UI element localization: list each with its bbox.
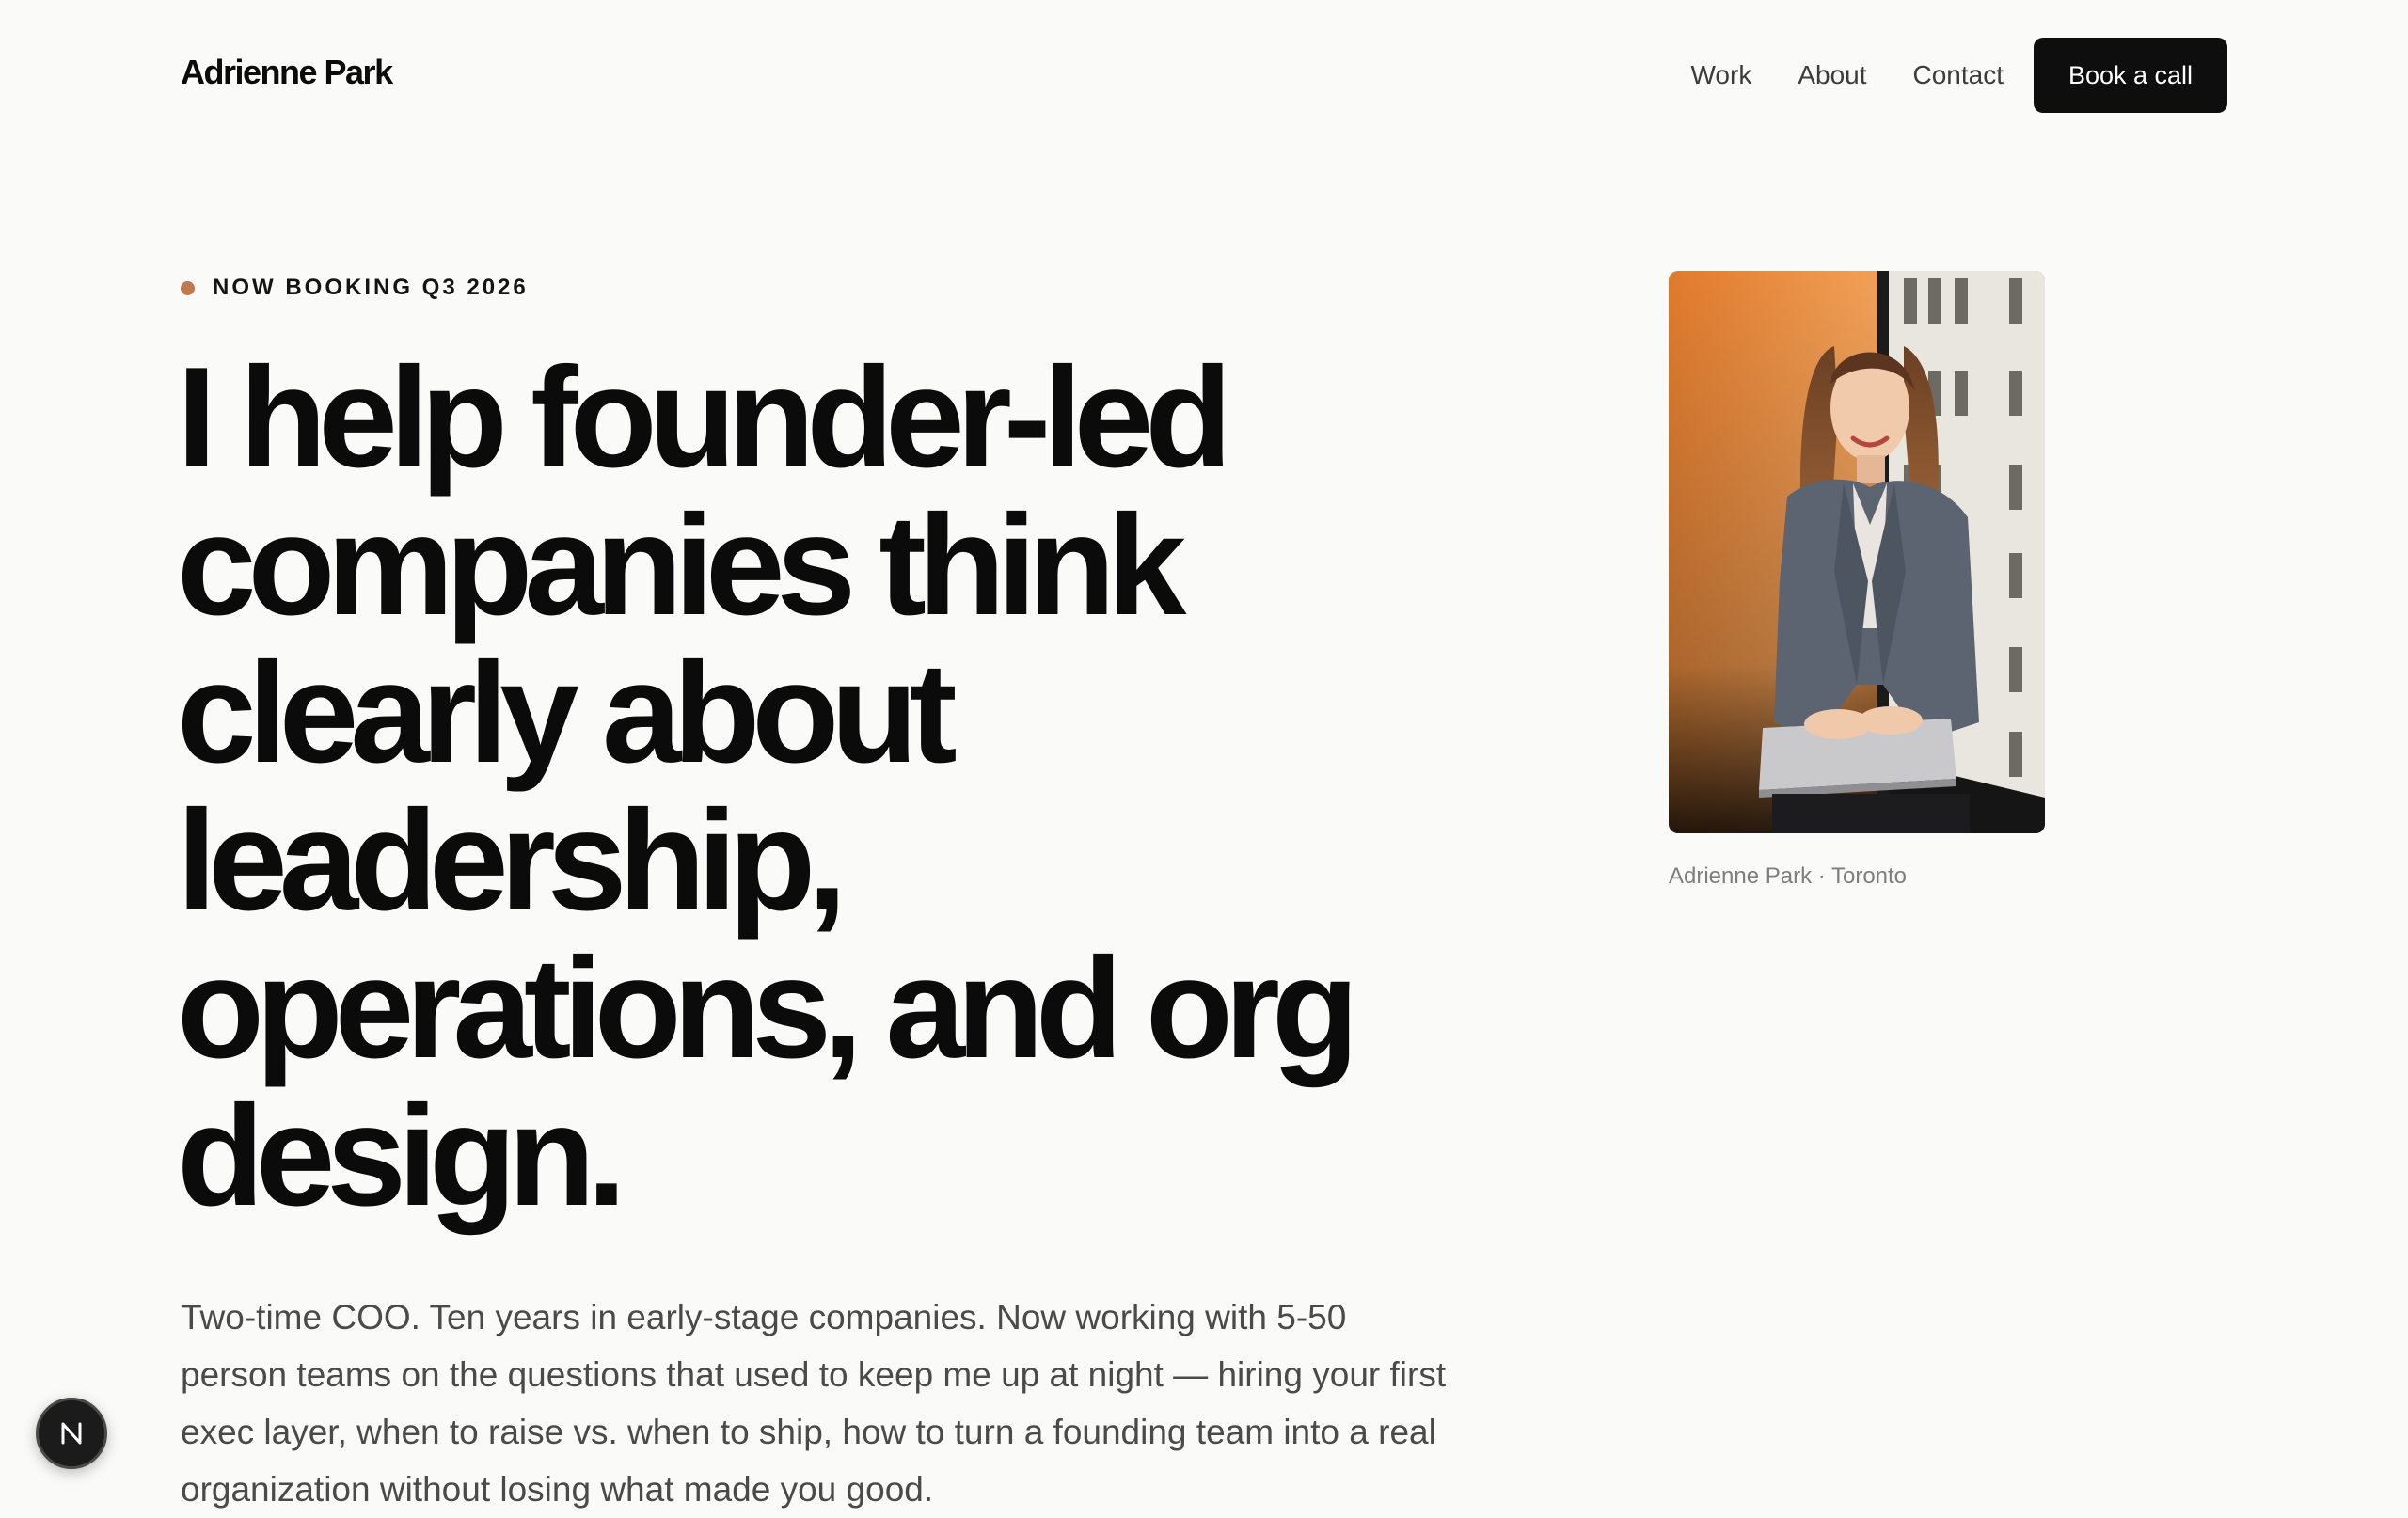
n-logo-icon [61, 1422, 82, 1445]
headline-line: leadership, [177, 781, 848, 941]
headline-line: I help founder-led [177, 338, 1232, 498]
availability-label: NOW BOOKING Q3 2026 [213, 275, 529, 300]
headline-line: operations, and org [177, 928, 1359, 1088]
headline-line: design. [177, 1076, 626, 1236]
brand-name[interactable]: Adrienne Park [181, 53, 393, 92]
nav-link-contact[interactable]: Contact [1913, 60, 2004, 90]
n-logo-badge-button[interactable] [36, 1398, 107, 1469]
headline-line: clearly about [177, 633, 958, 793]
site-header: Adrienne Park Work About Contact Book a … [0, 0, 2408, 150]
hero-headline: I help founder-led companies think clear… [177, 344, 1494, 1230]
nav-link-work[interactable]: Work [1691, 60, 1752, 90]
portrait-caption: Adrienne Park · Toronto [1669, 863, 1908, 889]
hero-intro-paragraph: Two-time COO. Ten years in early-stage c… [181, 1298, 1447, 1509]
availability-eyebrow: NOW BOOKING Q3 2026 [181, 275, 529, 301]
status-dot-icon [181, 280, 195, 295]
book-a-call-button[interactable]: Book a call [2034, 38, 2227, 113]
portrait-photo [1669, 271, 2045, 833]
headline-line: companies think [177, 485, 1186, 645]
main-nav: Work About Contact Book a call [1691, 38, 2227, 113]
nav-link-about[interactable]: About [1798, 60, 1866, 90]
